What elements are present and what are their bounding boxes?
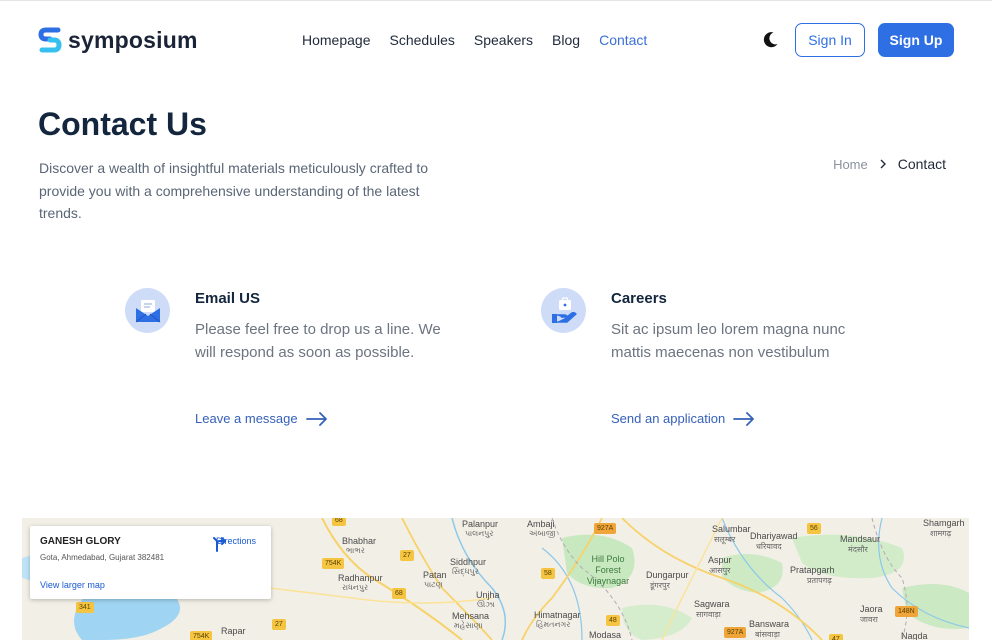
map-label-rapar: Rapar [221,626,246,636]
map-label-siddhpur-local: સિદ્ધપુર [452,567,479,576]
map-label-shamgarh-local: शामगढ़ [930,529,952,538]
careers-card: Careers Sit ac ipsum leo lorem magna nun… [541,288,871,438]
highway-shield: 148N [895,606,918,617]
highway-shield: 47 [829,634,843,640]
chevron-right-icon [880,159,886,169]
highway-shield: 68 [332,518,346,526]
map-label-aspur-local: आसपुर [709,566,731,575]
map-label-nagda: Nagda [901,631,928,640]
directions-icon [213,537,226,552]
map-label-aspur: Aspur [708,555,732,565]
map-label-bhabhar: Bhabhar [342,536,377,546]
map-label-bhabhar-local: ભાભર [346,546,365,555]
highway-shield: 56 [807,523,821,534]
page-title: Contact Us [38,106,207,142]
leave-message-link[interactable]: Leave a message [195,411,328,426]
map-label-pratapgarh-local: प्रतापगढ़ [807,576,832,585]
map-label-himatnagar: Himatnagar [534,610,581,620]
nav-homepage[interactable]: Homepage [302,32,371,48]
highway-shield: 48 [606,615,620,626]
brand-logo[interactable]: symposium [38,26,198,54]
map-label-sagwara: Sagwara [694,599,730,609]
map-label-polo-forest: Hill Polo Forest Vijaynagar [586,554,630,586]
map-label-unjha: Unjha [476,590,500,600]
map-label-dhariyawad-local: धरियावद [756,542,782,551]
send-application-label: Send an application [611,411,726,426]
map-label-dhariyawad: Dhariyawad [750,531,798,541]
map-label-ambaji: Ambaji [527,519,555,529]
highway-shield: 341 [76,602,94,613]
page-description: Discover a wealth of insightful material… [39,160,429,221]
breadcrumb: Home Contact [833,156,946,172]
highway-shield: 927A [724,627,747,638]
email-card-body: Please feel free to drop us a line. We w… [195,321,441,361]
highway-shield: 58 [541,568,555,579]
breadcrumb-home[interactable]: Home [833,157,868,172]
map-label-jaora-local: जावरा [860,615,878,624]
map-label-himatnagar-local: હિંમતનગર [536,620,571,629]
leave-message-label: Leave a message [195,411,298,426]
envelope-icon [125,288,170,333]
sign-up-button[interactable]: Sign Up [878,23,954,57]
map-info-card: GANESH GLORY Gota, Ahmedabad, Gujarat 38… [30,526,271,599]
map-label-banswara: Banswara [749,619,790,629]
nav-speakers[interactable]: Speakers [474,32,533,48]
map-label-ambaji-local: અંબાજી [529,529,556,538]
highway-shield: 927A [594,523,617,534]
location-map[interactable]: Palanpur પાલનપુર Ambaji અંબાજી Bhabhar ભ… [22,518,969,640]
map-label-palanpur-local: પાલનપુર [465,529,494,538]
map-label-pratapgarh: Pratapgarh [790,565,835,575]
sign-in-button[interactable]: Sign In [795,23,865,57]
nav-contact[interactable]: Contact [599,32,647,48]
map-label-patan: Patan [423,570,447,580]
map-label-dungarpur: Dungarpur [646,570,689,580]
map-label-mandsaur-local: मंदसौर [848,545,868,554]
map-label-mehsana-local: મહેસાણા [454,621,483,630]
map-label-palanpur: Palanpur [462,519,499,529]
map-label-radhanpur-local: રાધનપુર [342,583,369,592]
send-application-link[interactable]: Send an application [611,411,755,426]
map-label-patan-local: પાટણ [424,580,443,589]
map-label-mandsaur: Mandsaur [840,534,881,544]
map-label-siddhpur: Siddhpur [450,557,487,567]
map-label-dungarpur-local: डूंगरपुर [650,581,670,590]
nav-schedules[interactable]: Schedules [390,32,455,48]
briefcase-hand-icon [541,288,586,333]
map-place-name: GANESH GLORY [40,536,121,547]
map-label-mehsana: Mehsana [452,611,490,621]
careers-card-title: Careers [611,290,667,307]
main-nav: Homepage Schedules Speakers Blog Contact [302,32,647,48]
directions-button[interactable]: Directions [213,536,259,552]
map-label-shamgarh: Shamgarh [923,518,965,528]
arrow-right-icon [733,411,755,426]
site-header: symposium Homepage Schedules Speakers Bl… [0,0,992,80]
map-label-salumbar: Salumbar [712,524,751,534]
map-label-radhanpur: Radhanpur [338,573,383,583]
map-label-sagwara-local: सागवाड़ा [696,610,721,619]
arrow-right-icon [305,411,327,426]
map-label-jaora: Jaora [860,604,883,614]
brand-name: symposium [68,26,198,53]
map-label-salumbar-local: सलूम्बर [714,535,736,544]
moon-icon[interactable] [760,30,780,50]
map-label-modasa: Modasa [589,630,622,640]
map-label-unjha-local: ઊંઝા [477,600,495,609]
map-place-address: Gota, Ahmedabad, Gujarat 382481 [40,553,165,562]
careers-card-body: Sit ac ipsum leo lorem magna nunc mattis… [611,321,846,361]
nav-blog[interactable]: Blog [552,32,580,48]
view-larger-map-link[interactable]: View larger map [40,580,105,590]
map-label-banswara-local: बांसवाड़ा [755,630,780,639]
email-card: Email US Please feel free to drop us a l… [125,288,455,438]
highway-shield: 754K [190,631,213,640]
highway-shield: 68 [392,588,406,599]
highway-shield: 754K [322,558,345,569]
highway-shield: 27 [272,619,286,630]
email-card-title: Email US [195,290,261,307]
highway-shield: 27 [400,550,414,561]
symposium-logo-icon [38,27,62,53]
breadcrumb-current: Contact [897,156,946,172]
